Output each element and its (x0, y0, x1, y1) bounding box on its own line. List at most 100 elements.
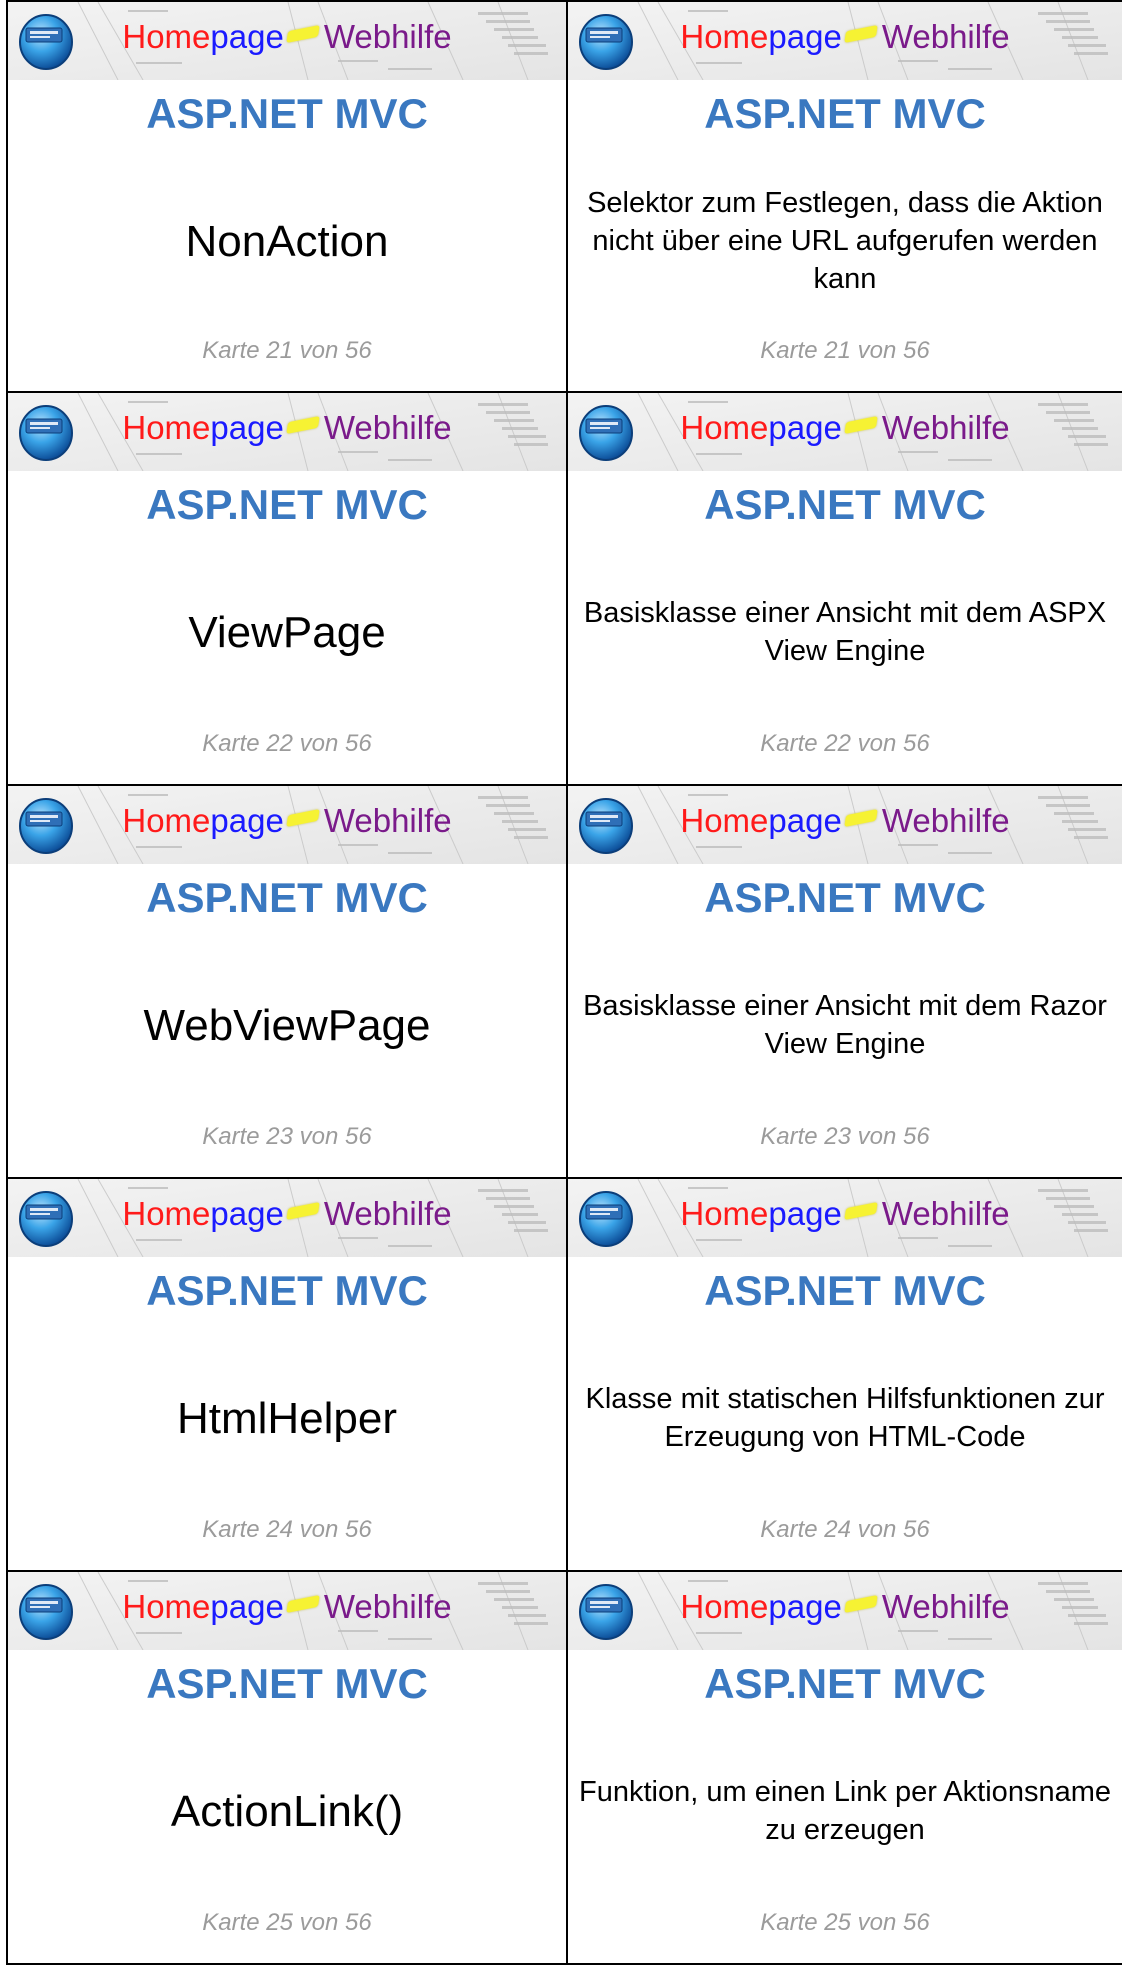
card-term: ActionLink() (18, 1712, 556, 1912)
brand-wordmark: Homepage Webhilfe (8, 1588, 566, 1626)
card-term: HtmlHelper (18, 1319, 556, 1519)
brand-home: Home (680, 1195, 769, 1232)
card-definition-text: Basisklasse einer Ansicht mit dem ASPX V… (583, 597, 1107, 667)
card-term: ViewPage (18, 533, 556, 733)
brand-hilfe: hilfe (391, 1195, 452, 1232)
brand-web: Web (881, 18, 950, 55)
brand-wordmark: Homepage Webhilfe (8, 802, 566, 840)
card-banner: Homepage Webhilfe (568, 1179, 1122, 1257)
brand-wordmark: Homepage Webhilfe (8, 18, 566, 56)
brand-arrow-icon (844, 416, 878, 434)
brand-arrow-icon (286, 416, 320, 434)
brand-page: page (210, 802, 284, 839)
card-definition-text: Basisklasse einer Ansicht mit dem Razor … (583, 990, 1107, 1060)
flashcard-back: Homepage Webhilfe ASP.NET MVC Basisklasse … (566, 786, 1122, 1179)
brand-hilfe: hilfe (391, 802, 452, 839)
brand-hilfe: hilfe (391, 1588, 452, 1625)
flashcard-front: Homepage Webhilfe ASP.NET MVC ViewPage Kart… (6, 393, 566, 786)
card-subject: ASP.NET MVC (704, 481, 986, 528)
brand-web: Web (881, 409, 950, 446)
brand-arrow-icon (844, 25, 878, 43)
brand-arrow-icon (844, 1595, 878, 1613)
card-counter: Karte 22 von 56 (760, 730, 930, 757)
brand-home: Home (680, 802, 769, 839)
card-definition-text: Selektor zum Festlegen, dass die Aktion … (587, 187, 1103, 295)
brand-arrow-icon (286, 1202, 320, 1220)
brand-page: page (210, 409, 284, 446)
card-definition-text: Klasse mit statischen Hilfsfunktionen zu… (585, 1383, 1105, 1453)
card-counter: Karte 23 von 56 (202, 1123, 372, 1150)
flashcard-sheet: Homepage Webhilfe ASP.NET MVC NonAction Kar… (6, 0, 1122, 1965)
brand-page: page (210, 18, 284, 55)
brand-wordmark: Homepage Webhilfe (568, 1195, 1122, 1233)
brand-web: Web (881, 1195, 950, 1232)
brand-arrow-icon (844, 809, 878, 827)
card-counter: Karte 25 von 56 (202, 1909, 372, 1936)
brand-wordmark: Homepage Webhilfe (568, 1588, 1122, 1626)
card-subject: ASP.NET MVC (146, 481, 428, 528)
card-banner: Homepage Webhilfe (8, 2, 566, 80)
card-banner: Homepage Webhilfe (568, 786, 1122, 864)
brand-home: Home (122, 18, 211, 55)
brand-home: Home (680, 1588, 769, 1625)
brand-arrow-icon (286, 25, 320, 43)
brand-web: Web (323, 1588, 392, 1625)
brand-page: page (210, 1588, 284, 1625)
flashcard-back: Homepage Webhilfe ASP.NET MVC Basisklasse … (566, 393, 1122, 786)
card-counter: Karte 21 von 56 (760, 337, 930, 364)
brand-home: Home (122, 802, 211, 839)
card-term-text: HtmlHelper (176, 1394, 398, 1443)
card-subject: ASP.NET MVC (704, 1267, 986, 1314)
card-subject: ASP.NET MVC (146, 1267, 428, 1314)
brand-home: Home (680, 18, 769, 55)
flashcard-back: Homepage Webhilfe ASP.NET MVC Klasse mit s… (566, 1179, 1122, 1572)
brand-arrow-icon (844, 1202, 878, 1220)
card-banner: Homepage Webhilfe (568, 2, 1122, 80)
card-term-text: ViewPage (188, 608, 386, 657)
brand-wordmark: Homepage Webhilfe (568, 802, 1122, 840)
card-counter: Karte 21 von 56 (202, 337, 372, 364)
flashcard-front: Homepage Webhilfe ASP.NET MVC HtmlHelper Ka… (6, 1179, 566, 1572)
card-subject: ASP.NET MVC (146, 1660, 428, 1707)
card-banner: Homepage Webhilfe (8, 1572, 566, 1650)
brand-web: Web (881, 1588, 950, 1625)
brand-hilfe: hilfe (949, 18, 1010, 55)
brand-page: page (768, 1588, 842, 1625)
card-counter: Karte 24 von 56 (760, 1516, 930, 1543)
brand-wordmark: Homepage Webhilfe (8, 1195, 566, 1233)
card-term-text: WebViewPage (143, 1001, 431, 1050)
brand-web: Web (323, 18, 392, 55)
brand-home: Home (122, 409, 211, 446)
card-subject: ASP.NET MVC (704, 90, 986, 137)
card-definition: Basisklasse einer Ansicht mit dem Razor … (578, 926, 1112, 1126)
card-term: NonAction (18, 142, 556, 342)
brand-home: Home (680, 409, 769, 446)
card-banner: Homepage Webhilfe (8, 1179, 566, 1257)
brand-page: page (768, 1195, 842, 1232)
brand-hilfe: hilfe (949, 802, 1010, 839)
card-banner: Homepage Webhilfe (8, 786, 566, 864)
flashcard-back: Homepage Webhilfe ASP.NET MVC Selektor zum… (566, 0, 1122, 393)
card-banner: Homepage Webhilfe (568, 393, 1122, 471)
card-term-text: ActionLink() (170, 1787, 404, 1836)
flashcard-front: Homepage Webhilfe ASP.NET MVC WebViewPage K… (6, 786, 566, 1179)
brand-web: Web (323, 409, 392, 446)
flashcard-back: Homepage Webhilfe ASP.NET MVC Funktion, um… (566, 1572, 1122, 1965)
card-term: WebViewPage (18, 926, 556, 1126)
brand-wordmark: Homepage Webhilfe (568, 18, 1122, 56)
brand-arrow-icon (286, 809, 320, 827)
card-definition-text: Funktion, um einen Link per Aktionsname … (579, 1776, 1111, 1846)
brand-home: Home (122, 1588, 211, 1625)
flashcard-front: Homepage Webhilfe ASP.NET MVC ActionLink()… (6, 1572, 566, 1965)
brand-hilfe: hilfe (391, 409, 452, 446)
brand-hilfe: hilfe (949, 1195, 1010, 1232)
card-definition: Klasse mit statischen Hilfsfunktionen zu… (578, 1319, 1112, 1519)
flashcard-front: Homepage Webhilfe ASP.NET MVC NonAction Kar… (6, 0, 566, 393)
brand-wordmark: Homepage Webhilfe (8, 409, 566, 447)
brand-web: Web (323, 1195, 392, 1232)
card-counter: Karte 24 von 56 (202, 1516, 372, 1543)
brand-web: Web (323, 802, 392, 839)
card-subject: ASP.NET MVC (704, 874, 986, 921)
brand-page: page (768, 409, 842, 446)
brand-page: page (768, 18, 842, 55)
